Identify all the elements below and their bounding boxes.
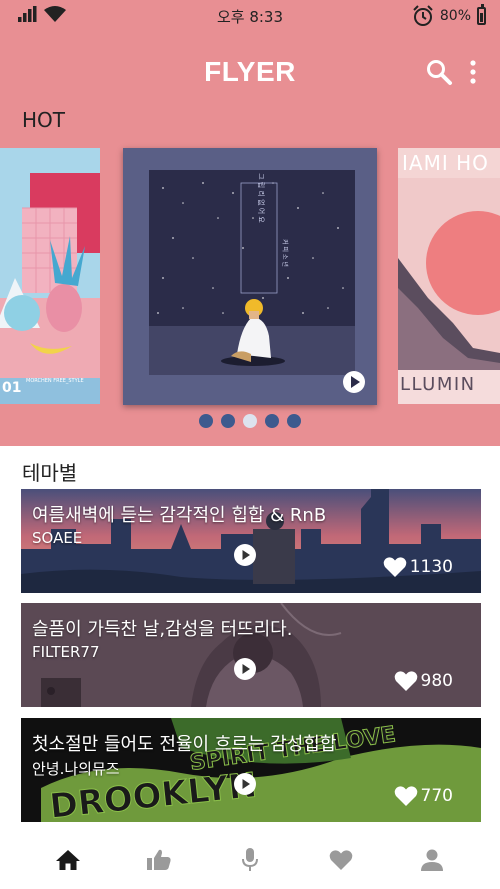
left-card-caption: 01 [2, 380, 21, 396]
playlist-title: 여름새벽에 듣는 감각적인 힙합 & RnB [32, 505, 327, 526]
play-icon[interactable] [233, 543, 257, 567]
heart-icon [383, 557, 407, 577]
battery-percent: 80% [439, 8, 471, 24]
heart-icon [394, 671, 417, 691]
home-icon [55, 849, 80, 870]
nav-home[interactable] [48, 840, 88, 880]
search-button[interactable] [424, 58, 454, 88]
theme-list-item[interactable]: 슬픔이 가득찬 날,감성을 터뜨리다. FILTER77 980 [21, 603, 481, 707]
hot-card-right[interactable]: IAMI HO LLUMIN [398, 148, 500, 404]
more-options-button[interactable] [464, 58, 482, 88]
center-card-vertical-text-2: 커 피 소 년 [281, 239, 289, 267]
like-count-value: 1130 [409, 557, 453, 577]
like-count-value: 770 [420, 786, 453, 806]
playlist-title: 슬픔이 가득찬 날,감성을 터뜨리다. [32, 619, 293, 640]
carousel-indicator [0, 414, 500, 428]
carousel-dot[interactable] [287, 414, 301, 428]
heart-icon [329, 849, 353, 870]
play-icon[interactable] [233, 657, 257, 681]
battery-icon [477, 4, 486, 25]
heart-icon [394, 786, 417, 806]
theme-section-title: 테마별 [22, 461, 78, 485]
alarm-icon [413, 5, 433, 26]
thumbs-up-icon [146, 849, 171, 870]
more-vertical-icon [470, 60, 476, 84]
like-count[interactable]: 770 [394, 785, 453, 807]
carousel-dot-active[interactable] [243, 414, 257, 428]
right-card-bottom-text: LLUMIN [400, 374, 476, 395]
hot-card-left[interactable]: 01 MORCHEN FREE_STYLE [0, 148, 100, 404]
album-art-center: 그 립 리 없 어 요 커 피 소 년 [123, 148, 377, 405]
album-art-right: IAMI HO LLUMIN [398, 148, 500, 404]
hot-section-title: HOT [22, 108, 65, 132]
playlist-curator: 안녕.나의뮤즈 [32, 760, 120, 778]
like-count-value: 980 [420, 671, 453, 691]
playlist-curator: FILTER77 [32, 643, 100, 661]
bottom-navigation [0, 830, 500, 889]
nav-recommend[interactable] [139, 840, 179, 880]
album-art-left: 01 MORCHEN FREE_STYLE [0, 148, 100, 404]
like-count[interactable]: 1130 [383, 556, 453, 578]
left-card-small-text: MORCHEN FREE_STYLE [26, 378, 84, 384]
right-card-top-text: IAMI HO [402, 151, 489, 175]
carousel-dot[interactable] [199, 414, 213, 428]
theme-list-item[interactable]: DROOKLYN SPIRIT THE LOVE 첫소절만 들어도 전율이 흐르… [21, 718, 481, 822]
carousel-dot[interactable] [221, 414, 235, 428]
nav-record[interactable] [230, 840, 270, 880]
theme-list-item[interactable]: 여름새벽에 듣는 감각적인 힙합 & RnB SOAEE 1130 [21, 489, 481, 593]
status-bar: 오후 8:33 80% [0, 0, 500, 34]
status-right: 80% [412, 4, 486, 27]
play-icon[interactable] [233, 772, 257, 796]
hot-card-center[interactable]: 그 립 리 없 어 요 커 피 소 년 [123, 148, 377, 405]
microphone-icon [241, 847, 258, 871]
nav-profile[interactable] [412, 840, 452, 880]
playlist-title: 첫소절만 들어도 전율이 흐르는 감성힙합 [32, 734, 337, 755]
playlist-curator: SOAEE [32, 529, 83, 547]
search-icon [427, 60, 452, 85]
nav-favorites[interactable] [321, 840, 361, 880]
person-icon [421, 849, 444, 871]
center-card-vertical-text: 그 립 리 없 어 요 [257, 173, 266, 223]
like-count[interactable]: 980 [394, 670, 453, 692]
carousel-dot[interactable] [265, 414, 279, 428]
app-bar: FLYER [0, 52, 500, 92]
